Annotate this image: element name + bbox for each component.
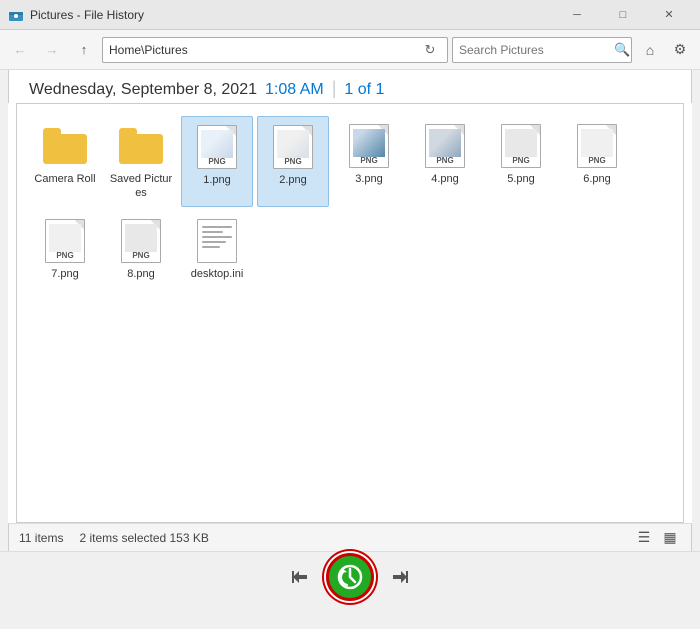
file-name-label: Saved Pictures xyxy=(109,172,173,201)
file-icon-area: PNG xyxy=(345,122,393,170)
page-info: 1 of 1 xyxy=(344,81,384,99)
file-icon-area xyxy=(41,122,89,170)
window-controls: ─ □ ✕ xyxy=(554,0,692,30)
png-icon: PNG xyxy=(577,124,617,168)
file-name-label: 2.png xyxy=(279,173,307,187)
list-item[interactable]: Saved Pictures xyxy=(105,116,177,207)
file-name-label: desktop.ini xyxy=(191,267,244,281)
png-icon: PNG xyxy=(349,124,389,168)
search-bar: 🔍 xyxy=(452,37,632,63)
file-name-label: 7.png xyxy=(51,267,79,281)
list-item[interactable]: PNG 5.png xyxy=(485,116,557,207)
up-button[interactable]: ↑ xyxy=(70,36,98,64)
file-icon-area xyxy=(117,122,165,170)
png-icon: PNG xyxy=(121,219,161,263)
list-item[interactable]: PNG 6.png xyxy=(561,116,633,207)
file-icon-area xyxy=(193,217,241,265)
png-icon: PNG xyxy=(425,124,465,168)
address-input[interactable] xyxy=(109,43,419,57)
date-label: Wednesday, September 8, 2021 xyxy=(29,81,257,99)
address-bar: ↻ xyxy=(102,37,448,63)
file-name-label: 8.png xyxy=(127,267,155,281)
file-name-label: 1.png xyxy=(203,173,231,187)
prev-icon xyxy=(290,567,310,587)
time-label: 1:08 AM xyxy=(265,81,324,99)
title-bar: Pictures - File History ─ □ ✕ xyxy=(0,0,700,30)
maximize-button[interactable]: □ xyxy=(600,0,646,30)
restore-bar xyxy=(0,551,700,601)
app-icon xyxy=(8,7,24,23)
navigation-bar: ← → ↑ ↻ 🔍 ⌂ ⚙ xyxy=(0,30,700,70)
file-name-label: Camera Roll xyxy=(34,172,95,186)
item-count: 11 items xyxy=(19,531,63,545)
next-icon xyxy=(390,567,410,587)
file-icon-area: PNG xyxy=(41,217,89,265)
restore-icon xyxy=(334,561,366,593)
prev-version-button[interactable] xyxy=(284,561,316,593)
png-icon: PNG xyxy=(501,124,541,168)
selected-info: 2 items selected 153 KB xyxy=(79,531,208,545)
list-item[interactable]: desktop.ini xyxy=(181,211,253,287)
file-icon-area: PNG xyxy=(421,122,469,170)
back-button[interactable]: ← xyxy=(6,36,34,64)
list-view-button[interactable]: ☰ xyxy=(633,527,655,549)
png-icon: PNG xyxy=(273,125,313,169)
nav-right-icons: ⌂ ⚙ xyxy=(636,36,694,64)
minimize-button[interactable]: ─ xyxy=(554,0,600,30)
status-info: 11 items 2 items selected 153 KB xyxy=(19,531,209,545)
file-icon-area: PNG xyxy=(269,123,317,171)
file-icon-area: PNG xyxy=(573,122,621,170)
folder-icon xyxy=(43,128,87,164)
file-list: Camera Roll Saved Pictures PNG 1.png PNG… xyxy=(16,103,684,523)
file-icon-area: PNG xyxy=(117,217,165,265)
ini-icon xyxy=(197,219,237,263)
settings-button[interactable]: ⚙ xyxy=(666,36,694,64)
png-icon: PNG xyxy=(197,125,237,169)
list-item[interactable]: PNG 8.png xyxy=(105,211,177,287)
list-item[interactable]: PNG 3.png xyxy=(333,116,405,207)
search-button[interactable]: 🔍 xyxy=(614,40,630,60)
file-name-label: 5.png xyxy=(507,172,535,186)
refresh-button[interactable]: ↻ xyxy=(419,39,441,61)
status-bar: 11 items 2 items selected 153 KB ☰ ▦ xyxy=(8,523,692,551)
list-item[interactable]: PNG 2.png xyxy=(257,116,329,207)
file-name-label: 3.png xyxy=(355,172,383,186)
search-input[interactable] xyxy=(459,43,614,57)
list-item[interactable]: PNG 7.png xyxy=(29,211,101,287)
file-icon-area: PNG xyxy=(193,123,241,171)
png-icon: PNG xyxy=(45,219,85,263)
list-item[interactable]: PNG 4.png xyxy=(409,116,481,207)
file-name-label: 6.png xyxy=(583,172,611,186)
restore-button[interactable] xyxy=(326,553,374,601)
list-item[interactable]: PNG 1.png xyxy=(181,116,253,207)
home-button[interactable]: ⌂ xyxy=(636,36,664,64)
content-area: Camera Roll Saved Pictures PNG 1.png PNG… xyxy=(8,103,692,523)
grid-view-button[interactable]: ▦ xyxy=(659,527,681,549)
window-title: Pictures - File History xyxy=(30,8,144,22)
file-name-label: 4.png xyxy=(431,172,459,186)
forward-button[interactable]: → xyxy=(38,36,66,64)
view-controls: ☰ ▦ xyxy=(633,527,681,549)
folder-icon xyxy=(119,128,163,164)
list-item[interactable]: Camera Roll xyxy=(29,116,101,207)
divider: | xyxy=(332,78,337,99)
close-button[interactable]: ✕ xyxy=(646,0,692,30)
file-icon-area: PNG xyxy=(497,122,545,170)
next-version-button[interactable] xyxy=(384,561,416,593)
